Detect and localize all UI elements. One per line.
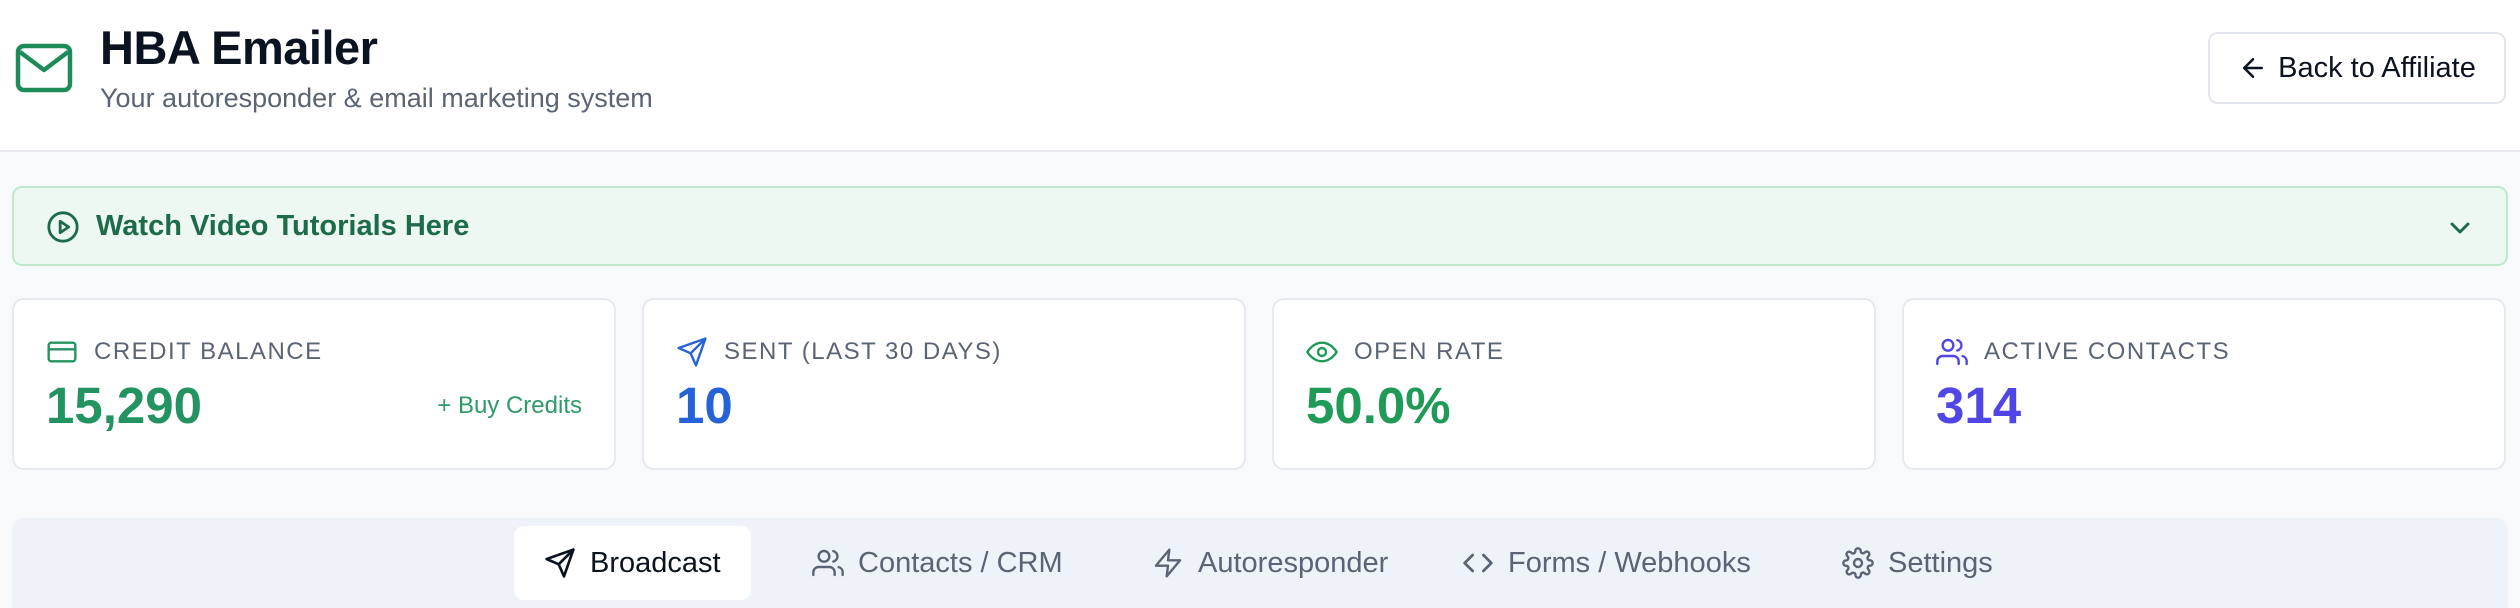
tab-contacts-crm[interactable]: Contacts / CRM [782,526,1093,600]
send-icon [545,548,575,578]
tab-label: Settings [1888,546,1993,579]
stat-value: 314 [1936,377,2022,434]
app-subtitle: Your autoresponder & email marketing sys… [100,83,653,113]
app-header: HBA Emailer Your autoresponder & email m… [0,0,2520,152]
video-tutorials-toggle[interactable]: Watch Video Tutorials Here [12,186,2508,266]
buy-credits-link[interactable]: + Buy Credits [437,392,582,420]
credit-card-icon [47,341,77,363]
users-icon [812,549,844,577]
mail-icon [15,43,73,93]
stat-card-active-contacts: ACTIVE CONTACTS 314 [1902,298,2506,470]
tab-settings[interactable]: Settings [1812,526,2023,600]
tab-broadcast[interactable]: Broadcast [514,526,751,600]
app-title: HBA Emailer [100,21,378,74]
back-to-affiliate-button[interactable]: Back to Affiliate [2208,32,2506,104]
stat-card-credit-balance: CREDIT BALANCE 15,290 + Buy Credits [12,298,616,470]
stat-card-sent: SENT (LAST 30 DAYS) 10 [642,298,1246,470]
stat-value: 15,290 [46,377,202,434]
tab-label: Broadcast [590,546,721,579]
users-icon [1936,338,1968,366]
arrow-left-icon [2243,58,2264,78]
eye-icon [1306,341,1338,363]
stat-value: 10 [676,377,733,434]
tab-label: Contacts / CRM [858,546,1063,579]
main-tabs: Broadcast Contacts / CRM Autoresponder F… [12,518,2508,608]
zap-icon [1154,548,1182,578]
stat-label: CREDIT BALANCE [94,338,323,365]
chevron-down-icon [2450,222,2470,234]
stat-label: SENT (LAST 30 DAYS) [724,338,1002,365]
stat-card-open-rate: OPEN RATE 50.0% [1272,298,1876,470]
back-to-affiliate-label: Back to Affiliate [2278,51,2476,84]
stat-label: OPEN RATE [1354,338,1505,365]
tab-label: Autoresponder [1198,546,1389,579]
code-icon [1463,553,1493,573]
tab-label: Forms / Webhooks [1508,546,1751,579]
tab-forms-webhooks[interactable]: Forms / Webhooks [1432,526,1781,600]
send-icon [677,337,707,367]
stat-label: ACTIVE CONTACTS [1984,338,2231,365]
stat-value: 50.0% [1306,377,1451,434]
video-tutorials-label: Watch Video Tutorials Here [96,210,470,242]
gear-icon [1842,547,1874,579]
tab-autoresponder[interactable]: Autoresponder [1122,526,1418,600]
play-circle-icon [47,211,79,243]
